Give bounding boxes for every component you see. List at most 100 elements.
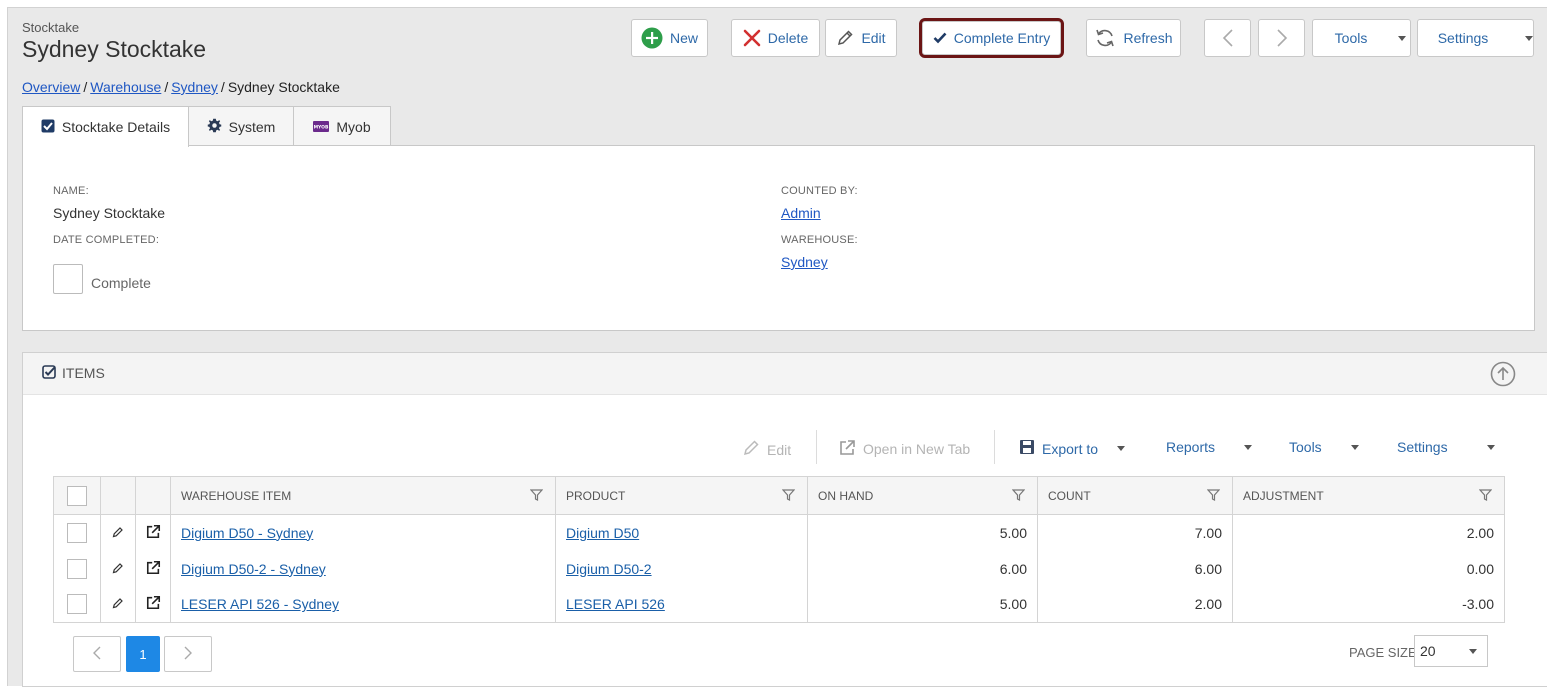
caret-down-icon (1398, 35, 1407, 41)
tools-dropdown[interactable]: Tools (1312, 19, 1411, 57)
external-link-icon (839, 439, 856, 459)
edit-column-header (100, 476, 136, 515)
delete-button[interactable]: Delete (731, 19, 820, 57)
column-header-on-hand[interactable]: ON HAND (807, 476, 1038, 515)
open-new-tab-button[interactable]: Open in New Tab (839, 439, 970, 459)
pencil-icon[interactable] (112, 561, 124, 577)
edit-button-label: Edit (861, 30, 886, 46)
warehouse-label: WAREHOUSE: (781, 234, 858, 246)
tab-label: Stocktake Details (61, 119, 171, 135)
product-cell: Digium D50 (555, 514, 808, 551)
caret-down-icon (1486, 444, 1495, 450)
tab-stocktake-details[interactable]: Stocktake Details (22, 106, 189, 147)
filter-icon[interactable] (529, 489, 544, 504)
row-checkbox[interactable] (67, 522, 87, 543)
filter-icon[interactable] (1478, 489, 1493, 504)
checkbox-checked-icon (41, 119, 55, 136)
column-header-count[interactable]: COUNT (1037, 476, 1233, 515)
column-header-adjustment[interactable]: ADJUSTMENT (1232, 476, 1505, 515)
row-open-cell (135, 514, 171, 551)
product-link[interactable]: Digium D50 (566, 525, 639, 541)
previous-record-button[interactable] (1204, 19, 1251, 57)
items-tools-dropdown[interactable]: Tools (1289, 439, 1359, 455)
collapse-icon[interactable] (1490, 361, 1516, 390)
adjustment-cell: 2.00 (1232, 514, 1505, 551)
page-size-value: 20 (1420, 643, 1436, 659)
breadcrumb-warehouse[interactable]: Warehouse (90, 79, 161, 95)
product-link[interactable]: LESER API 526 (566, 596, 665, 612)
row-edit-cell (100, 550, 136, 587)
on-hand-cell: 5.00 (807, 586, 1038, 623)
filter-icon[interactable] (1011, 489, 1026, 504)
caret-down-icon (1117, 446, 1126, 451)
pager-next-button[interactable] (164, 636, 212, 672)
row-open-cell (135, 586, 171, 623)
filter-icon[interactable] (1206, 489, 1221, 504)
product-cell: Digium D50-2 (555, 550, 808, 587)
pencil-icon[interactable] (112, 525, 124, 541)
column-header-label: WAREHOUSE ITEM (181, 488, 292, 503)
new-button[interactable]: New (631, 19, 708, 57)
external-link-icon[interactable] (146, 560, 161, 578)
items-title: ITEMS (62, 365, 105, 381)
tab-myob[interactable]: MYOB Myob (293, 106, 391, 146)
open-new-tab-label: Open in New Tab (863, 441, 971, 457)
page: Stocktake Sydney Stocktake New Delete Ed… (7, 7, 1547, 687)
select-all-checkbox[interactable] (67, 485, 87, 506)
row-open-cell (135, 550, 171, 587)
pencil-icon[interactable] (112, 596, 124, 612)
date-completed-label: DATE COMPLETED: (53, 234, 160, 246)
tools-dropdown-label: Tools (1334, 30, 1368, 46)
external-link-icon[interactable] (146, 596, 161, 613)
record-type-label: Stocktake (22, 20, 80, 35)
pager-previous-button[interactable] (73, 636, 121, 672)
complete-entry-button[interactable]: Complete Entry (919, 18, 1064, 58)
column-header-label: ADJUSTMENT (1243, 488, 1324, 503)
settings-dropdown[interactable]: Settings (1417, 19, 1534, 57)
next-record-button[interactable] (1258, 19, 1305, 57)
pager-page-button[interactable]: 1 (126, 636, 160, 672)
warehouse-link[interactable]: Sydney (781, 254, 828, 270)
edit-button[interactable]: Edit (825, 19, 897, 57)
column-header-warehouse-item[interactable]: WAREHOUSE ITEM (170, 476, 556, 515)
check-icon (933, 32, 947, 44)
column-header-product[interactable]: PRODUCT (555, 476, 808, 515)
column-header-label: ON HAND (818, 488, 874, 503)
tab-bar: Stocktake Details System MYOB Myob (22, 106, 391, 147)
plus-circle-icon (641, 27, 663, 49)
count-cell: 2.00 (1037, 586, 1233, 623)
product-link[interactable]: Digium D50-2 (566, 561, 652, 577)
new-button-label: New (669, 30, 698, 46)
items-settings-dropdown[interactable]: Settings (1397, 439, 1495, 455)
items-section: ITEMS Edit Open in New Tab Export to Rep… (22, 352, 1547, 687)
items-edit-button[interactable]: Edit (742, 439, 791, 460)
row-checkbox[interactable] (67, 558, 87, 579)
gear-icon (207, 118, 222, 136)
refresh-button[interactable]: Refresh (1086, 19, 1181, 57)
adjustment-cell: 0.00 (1232, 550, 1505, 587)
table-row: Digium D50-2 - Sydney Digium D50-2 6.00 … (53, 550, 1505, 587)
breadcrumb-sydney[interactable]: Sydney (171, 79, 218, 95)
export-label: Export to (1042, 440, 1099, 457)
caret-down-icon (1525, 35, 1534, 41)
delete-button-label: Delete (767, 30, 809, 46)
save-icon (1019, 439, 1035, 458)
tab-label: Myob (336, 118, 371, 135)
close-icon (743, 29, 761, 47)
page-size-select[interactable]: 20 (1414, 635, 1488, 667)
counted-by-link[interactable]: Admin (781, 205, 821, 221)
myob-logo-icon: MYOB (313, 119, 330, 135)
warehouse-item-link[interactable]: LESER API 526 - Sydney (181, 596, 339, 612)
warehouse-item-link[interactable]: Digium D50-2 - Sydney (181, 561, 326, 577)
warehouse-item-link[interactable]: Digium D50 - Sydney (181, 525, 313, 541)
reports-dropdown[interactable]: Reports (1166, 439, 1253, 455)
filter-icon[interactable] (781, 489, 796, 504)
complete-checkbox[interactable] (53, 264, 83, 294)
breadcrumb-separator: / (220, 79, 225, 95)
external-link-icon[interactable] (146, 524, 161, 542)
tab-system[interactable]: System (188, 106, 294, 146)
export-dropdown[interactable]: Export to (1019, 439, 1126, 458)
breadcrumb-overview[interactable]: Overview (22, 79, 80, 95)
breadcrumb-separator: / (164, 79, 169, 95)
row-checkbox[interactable] (67, 594, 87, 615)
